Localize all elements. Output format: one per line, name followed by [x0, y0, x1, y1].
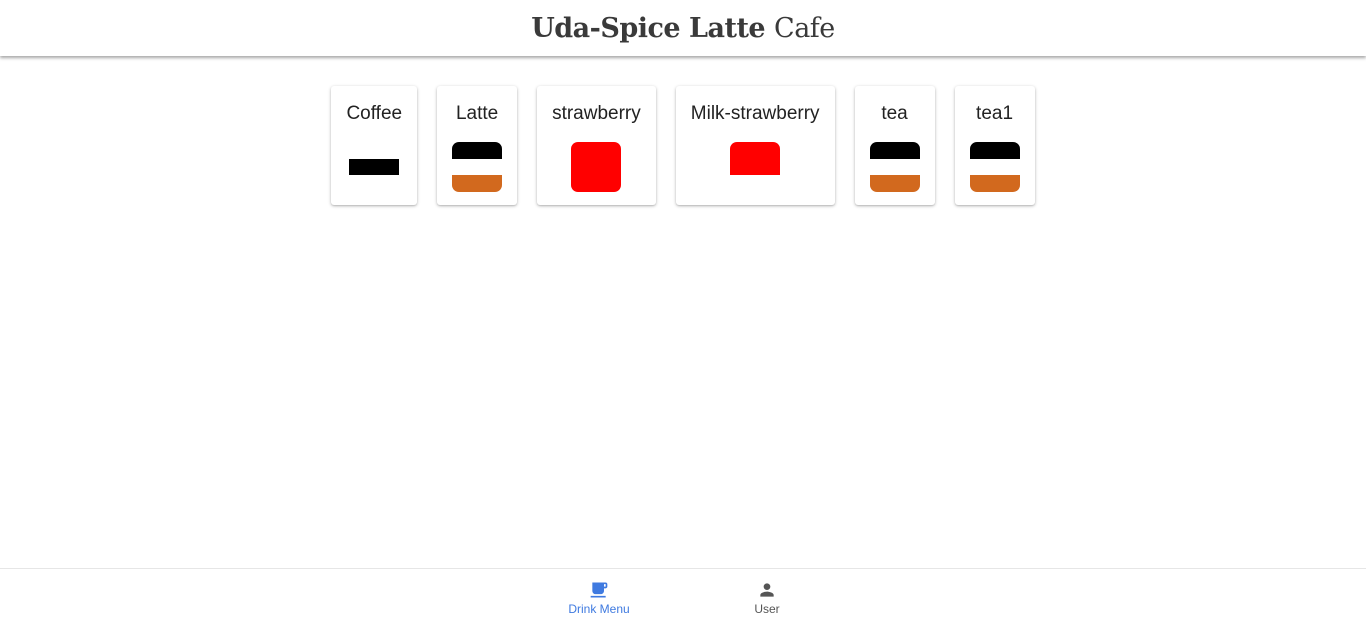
- drink-cup-graphic: [452, 142, 503, 192]
- drink-name: strawberry: [552, 103, 641, 124]
- drink-ingredient-layer: [969, 175, 1020, 192]
- drink-card[interactable]: tea: [854, 86, 935, 205]
- nav-drink-menu[interactable]: Drink Menu: [515, 569, 683, 625]
- drink-ingredient-layer: [730, 142, 781, 175]
- drink-ingredient-layer: [869, 142, 920, 159]
- app-title-bold: Uda-Spice Latte: [531, 12, 766, 44]
- app-title: Uda-Spice Latte Cafe: [531, 13, 835, 44]
- drink-ingredient-layer: [969, 142, 1020, 159]
- drink-ingredient-layer: [452, 142, 503, 159]
- nav-drink-menu-label: Drink Menu: [568, 602, 630, 616]
- drink-ingredient-layer: [452, 175, 503, 192]
- drink-card[interactable]: Coffee: [331, 86, 418, 205]
- drink-cup-graphic: [571, 142, 622, 192]
- drink-card[interactable]: strawberry: [537, 86, 656, 205]
- drink-name: Coffee: [346, 103, 403, 124]
- drink-name: Latte: [455, 103, 499, 124]
- drink-cup-graphic: [730, 142, 781, 192]
- drink-name: tea: [881, 103, 908, 124]
- person-icon: [760, 583, 774, 597]
- drink-cup-graphic: [349, 142, 400, 192]
- drink-menu-grid: Coffee Latte strawberry Milk-strawberry tea t…: [0, 86, 1366, 205]
- drink-card[interactable]: Latte: [437, 86, 518, 205]
- drink-name: Milk-strawberry: [690, 103, 820, 124]
- drink-card[interactable]: Milk-strawberry: [675, 86, 835, 205]
- drink-name: tea1: [976, 103, 1014, 124]
- drink-ingredient-layer: [869, 175, 920, 192]
- app-header: Uda-Spice Latte Cafe: [0, 0, 1366, 56]
- drink-ingredient-layer: [349, 159, 400, 175]
- drink-cup-graphic: [869, 142, 920, 192]
- bottom-navigation: Drink Menu User: [0, 568, 1366, 625]
- drink-card[interactable]: tea1: [954, 86, 1035, 205]
- drink-ingredient-layer: [571, 142, 622, 192]
- nav-user[interactable]: User: [683, 569, 851, 625]
- coffee-cup-icon: [590, 582, 608, 598]
- app-title-light: Cafe: [774, 12, 835, 44]
- drink-cup-graphic: [969, 142, 1020, 192]
- nav-user-label: User: [754, 602, 780, 616]
